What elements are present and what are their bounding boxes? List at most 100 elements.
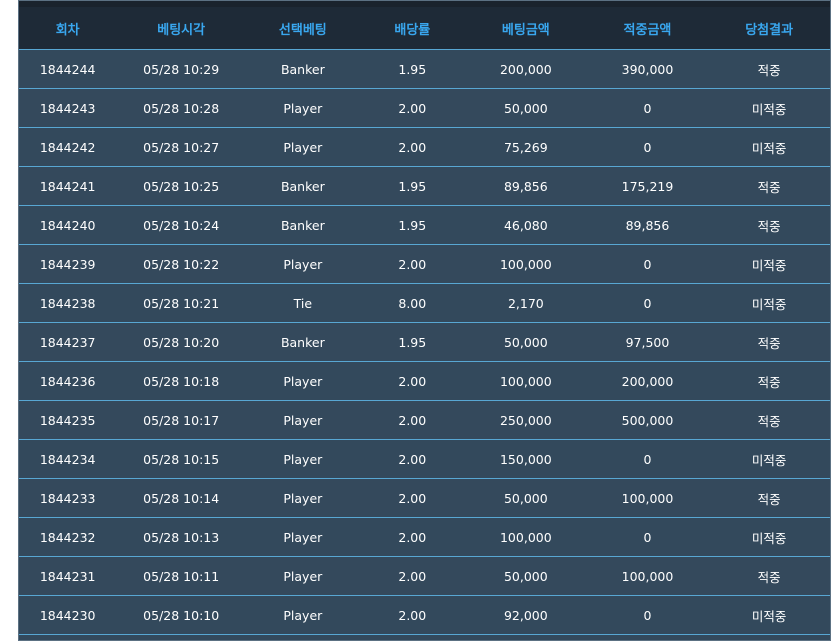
table-row: 1844242 05/28 10:27 Player 2.00 75,269 0 미적중 xyxy=(19,127,830,167)
table-row: 1844233 05/28 10:14 Player 2.00 50,000 100,00… xyxy=(19,478,830,518)
table-header: 회차 베팅시각 선택베팅 배당률 베팅금액 적중금액 당첨결과 xyxy=(19,7,830,50)
cell-bet-choice: Player xyxy=(246,517,360,557)
cell-result: 적중 xyxy=(708,322,830,362)
cell-odds: 2.00 xyxy=(359,595,466,635)
cell-bet-time: 05/28 10:28 xyxy=(116,88,247,128)
cell-bet-time: 05/28 10:27 xyxy=(116,127,247,167)
header-odds: 배당률 xyxy=(359,7,466,50)
cell-bet-amount: 92,000 xyxy=(465,595,587,635)
cell-bet-amount: 50,000 xyxy=(465,322,587,362)
table-row: 1844230 05/28 10:10 Player 2.00 92,000 0 미적중 xyxy=(19,595,830,635)
cell-bet-choice: Player xyxy=(246,88,360,128)
cell-odds: 8.00 xyxy=(359,283,466,323)
cell-bet-amount: 100,000 xyxy=(465,517,587,557)
cell-payout: 100,000 xyxy=(586,478,709,518)
cell-bet-amount: 50,000 xyxy=(465,88,587,128)
cell-bet-amount: 250,000 xyxy=(465,400,587,440)
cell-bet-choice: Player xyxy=(246,361,360,401)
cell-bet-time: 05/28 10:22 xyxy=(116,244,247,284)
cell-odds: 1.95 xyxy=(359,322,466,362)
bet-history-table: 회차 베팅시각 선택베팅 배당률 베팅금액 적중금액 당첨결과 1844244 0… xyxy=(19,7,830,635)
cell-payout: 0 xyxy=(586,595,709,635)
table-body: 1844244 05/28 10:29 Banker 1.95 200,000 390,0… xyxy=(19,49,830,635)
cell-odds: 2.00 xyxy=(359,127,466,167)
cell-result: 적중 xyxy=(708,49,830,89)
cell-odds: 2.00 xyxy=(359,439,466,479)
cell-odds: 1.95 xyxy=(359,166,466,206)
cell-round: 1844243 xyxy=(19,88,117,128)
cell-payout: 0 xyxy=(586,127,709,167)
cell-odds: 1.95 xyxy=(359,205,466,245)
cell-payout: 0 xyxy=(586,439,709,479)
cell-result: 미적중 xyxy=(708,595,830,635)
cell-round: 1844237 xyxy=(19,322,117,362)
cell-bet-choice: Player xyxy=(246,595,360,635)
cell-round: 1844239 xyxy=(19,244,117,284)
cell-bet-time: 05/28 10:17 xyxy=(116,400,247,440)
cell-bet-time: 05/28 10:10 xyxy=(116,595,247,635)
cell-bet-amount: 150,000 xyxy=(465,439,587,479)
cell-odds: 2.00 xyxy=(359,88,466,128)
cell-bet-time: 05/28 10:24 xyxy=(116,205,247,245)
cell-payout: 390,000 xyxy=(586,49,709,89)
table-row: 1844236 05/28 10:18 Player 2.00 100,000 200,0… xyxy=(19,361,830,401)
cell-payout: 0 xyxy=(586,88,709,128)
cell-bet-choice: Banker xyxy=(246,49,360,89)
cell-bet-choice: Player xyxy=(246,556,360,596)
cell-bet-amount: 75,269 xyxy=(465,127,587,167)
cell-bet-amount: 100,000 xyxy=(465,244,587,284)
cell-bet-amount: 200,000 xyxy=(465,49,587,89)
cell-round: 1844234 xyxy=(19,439,117,479)
cell-result: 미적중 xyxy=(708,439,830,479)
cell-odds: 2.00 xyxy=(359,478,466,518)
cell-result: 미적중 xyxy=(708,283,830,323)
cell-payout: 89,856 xyxy=(586,205,709,245)
cell-result: 미적중 xyxy=(708,244,830,284)
cell-round: 1844235 xyxy=(19,400,117,440)
cell-result: 적중 xyxy=(708,400,830,440)
table-row: 1844238 05/28 10:21 Tie 8.00 2,170 0 미적중 xyxy=(19,283,830,323)
table-row: 1844237 05/28 10:20 Banker 1.95 50,000 97,500… xyxy=(19,322,830,362)
cell-round: 1844242 xyxy=(19,127,117,167)
cell-payout: 0 xyxy=(586,517,709,557)
cell-bet-amount: 50,000 xyxy=(465,478,587,518)
cell-payout: 0 xyxy=(586,283,709,323)
table-row: 1844234 05/28 10:15 Player 2.00 150,000 0 미적중 xyxy=(19,439,830,479)
cell-bet-amount: 100,000 xyxy=(465,361,587,401)
cell-bet-choice: Player xyxy=(246,127,360,167)
cell-bet-amount: 46,080 xyxy=(465,205,587,245)
cell-result: 미적중 xyxy=(708,127,830,167)
header-bet-choice: 선택베팅 xyxy=(246,7,360,50)
cell-bet-time: 05/28 10:29 xyxy=(116,49,247,89)
cell-bet-choice: Player xyxy=(246,244,360,284)
table-row: 1844241 05/28 10:25 Banker 1.95 89,856 175,21… xyxy=(19,166,830,206)
cell-payout: 97,500 xyxy=(586,322,709,362)
cell-round: 1844236 xyxy=(19,361,117,401)
cell-bet-choice: Banker xyxy=(246,166,360,206)
cell-round: 1844230 xyxy=(19,595,117,635)
cell-round: 1844233 xyxy=(19,478,117,518)
cell-payout: 175,219 xyxy=(586,166,709,206)
cell-round: 1844231 xyxy=(19,556,117,596)
cell-bet-time: 05/28 10:18 xyxy=(116,361,247,401)
cell-round: 1844241 xyxy=(19,166,117,206)
table-row: 1844244 05/28 10:29 Banker 1.95 200,000 390,0… xyxy=(19,49,830,89)
cell-result: 미적중 xyxy=(708,517,830,557)
cell-round: 1844238 xyxy=(19,283,117,323)
header-bet-time: 베팅시각 xyxy=(116,7,247,50)
cell-bet-choice: Player xyxy=(246,400,360,440)
cell-bet-choice: Player xyxy=(246,439,360,479)
header-bet-amount: 베팅금액 xyxy=(465,7,587,50)
cell-result: 미적중 xyxy=(708,88,830,128)
cell-bet-time: 05/28 10:21 xyxy=(116,283,247,323)
header-result: 당첨결과 xyxy=(708,7,830,50)
cell-bet-choice: Banker xyxy=(246,205,360,245)
cell-bet-time: 05/28 10:25 xyxy=(116,166,247,206)
cell-bet-amount: 50,000 xyxy=(465,556,587,596)
cell-result: 적중 xyxy=(708,205,830,245)
cell-bet-time: 05/28 10:13 xyxy=(116,517,247,557)
cell-result: 적중 xyxy=(708,556,830,596)
table-row: 1844239 05/28 10:22 Player 2.00 100,000 0 미적중 xyxy=(19,244,830,284)
cell-odds: 2.00 xyxy=(359,517,466,557)
table-row: 1844232 05/28 10:13 Player 2.00 100,000 0 미적중 xyxy=(19,517,830,557)
